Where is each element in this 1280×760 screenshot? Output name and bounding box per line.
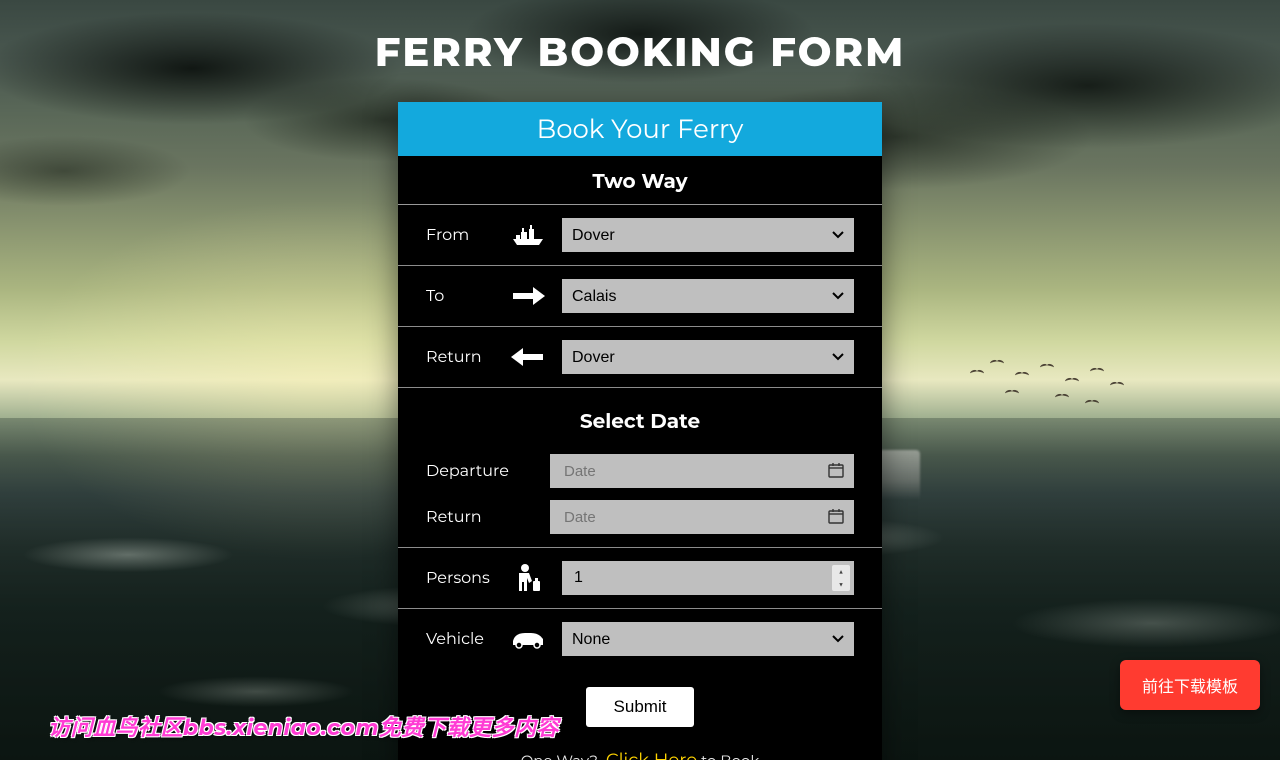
footer-suffix: to Book bbox=[701, 751, 759, 760]
from-select[interactable]: Dover bbox=[562, 218, 854, 252]
vehicle-label: Vehicle bbox=[426, 630, 494, 649]
vehicle-row: Vehicle None bbox=[398, 609, 882, 669]
return-loc-select[interactable]: Dover bbox=[562, 340, 854, 374]
footer-prefix: One Way? bbox=[521, 751, 598, 760]
return-loc-label: Return bbox=[426, 348, 494, 367]
dates-section-title: Select Date bbox=[398, 388, 882, 444]
persons-spinner[interactable]: ▲▼ bbox=[832, 565, 850, 591]
persons-row: Persons ▲▼ bbox=[398, 548, 882, 609]
from-label: From bbox=[426, 226, 494, 245]
car-icon bbox=[506, 629, 550, 649]
arrow-right-icon bbox=[506, 287, 550, 305]
submit-button[interactable]: Submit bbox=[586, 687, 695, 727]
ship-icon bbox=[506, 223, 550, 247]
card-header: Book Your Ferry bbox=[398, 102, 882, 156]
return-date-row: Return bbox=[398, 496, 882, 548]
calendar-icon[interactable] bbox=[828, 462, 844, 478]
download-template-button[interactable]: 前往下载模板 bbox=[1120, 660, 1260, 710]
footer-link-row: One Way? Click Here to Book bbox=[398, 741, 882, 760]
to-row: To Calais bbox=[398, 266, 882, 327]
one-way-link[interactable]: Click Here bbox=[606, 749, 697, 760]
spin-up-icon[interactable]: ▲ bbox=[832, 565, 850, 578]
calendar-icon[interactable] bbox=[828, 508, 844, 524]
departure-label: Departure bbox=[426, 462, 538, 481]
watermark-text: 访问血鸟社区bbs.xieniao.com免费下载更多内容 bbox=[48, 710, 559, 742]
vehicle-select[interactable]: None bbox=[562, 622, 854, 656]
background-birds bbox=[960, 360, 1160, 420]
spin-down-icon[interactable]: ▼ bbox=[832, 578, 850, 591]
persons-input[interactable] bbox=[562, 561, 854, 595]
trip-section-title: Two Way bbox=[398, 156, 882, 205]
form-card: Book Your Ferry Two Way From Dover To Ca… bbox=[398, 102, 882, 760]
from-row: From Dover bbox=[398, 205, 882, 266]
departure-row: Departure bbox=[398, 444, 882, 496]
return-loc-row: Return Dover bbox=[398, 327, 882, 388]
person-luggage-icon bbox=[506, 563, 550, 593]
to-select[interactable]: Calais bbox=[562, 279, 854, 313]
to-label: To bbox=[426, 287, 494, 306]
return-date-input[interactable] bbox=[550, 500, 854, 534]
arrow-left-icon bbox=[506, 348, 550, 366]
persons-label: Persons bbox=[426, 569, 494, 588]
page-title: FERRY BOOKING FORM bbox=[0, 28, 1280, 77]
departure-date-input[interactable] bbox=[550, 454, 854, 488]
return-date-label: Return bbox=[426, 508, 538, 527]
